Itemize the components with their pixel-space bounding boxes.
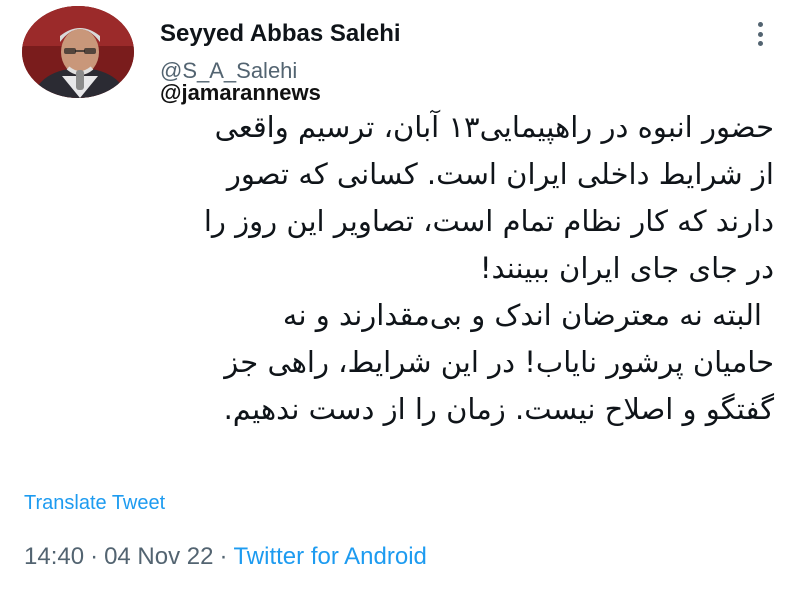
tweet-line: البته نه معترضان اندک و بی‌مقدارند و نه [282, 298, 762, 332]
avatar[interactable] [22, 6, 134, 98]
tweet-line: دارند که کار نظام تمام است، تصاویر این ر… [203, 204, 774, 238]
tweet-line: حضور انبوه در راهپیمایی۱۳ آبان، ترسیم وا… [214, 110, 774, 144]
tweet-card: Seyyed Abbas Salehi @S_A_Salehi @jamaran… [0, 0, 800, 600]
tweet-time[interactable]: 14:40 [24, 543, 84, 570]
author-name[interactable]: Seyyed Abbas Salehi [160, 20, 401, 48]
tweet-text: حضور انبوه در راهپیمایی۱۳ آبان، ترسیم وا… [22, 104, 774, 433]
tweet-source-link[interactable]: Twitter for Android [233, 543, 426, 570]
tweet-meta: 14:40 · 04 Nov 22 · Twitter for Android [24, 543, 427, 571]
tweet-line: از شرایط داخلی ایران است. کسانی که تصور [226, 157, 774, 191]
tweet-line: حامیان پرشور نایاب! در این شرایط، راهی ج… [224, 345, 774, 379]
more-options-icon[interactable] [746, 22, 774, 46]
watermark-label: @jamarannews [160, 80, 321, 105]
meta-separator: · [90, 543, 99, 570]
meta-separator: · [219, 543, 228, 570]
translate-tweet-link[interactable]: Translate Tweet [24, 492, 165, 515]
tweet-line: گفتگو و اصلاح نیست. زمان را از دست ندهیم… [223, 392, 774, 426]
tweet-line: در جای جای ایران ببینند! [479, 251, 774, 285]
tweet-date[interactable]: 04 Nov 22 [104, 543, 213, 570]
avatar-photo-icon [22, 6, 134, 98]
